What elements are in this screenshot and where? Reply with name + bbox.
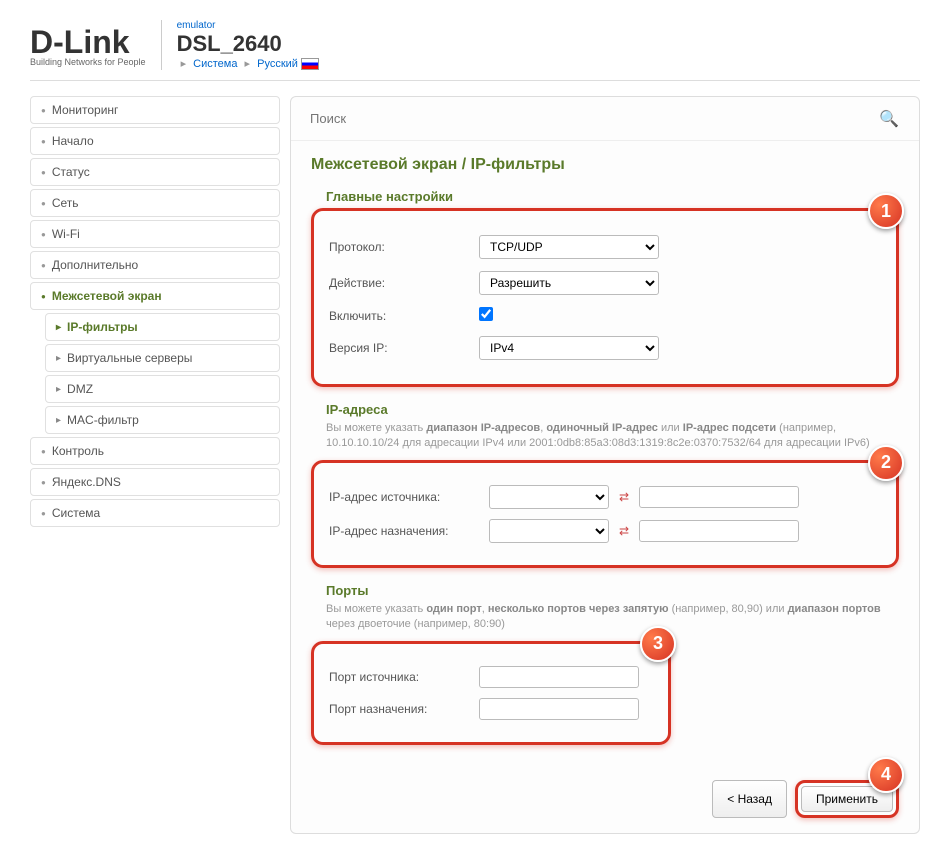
ipver-select[interactable]: IPv4 — [479, 336, 659, 360]
sidebar-item-label: Статус — [52, 165, 90, 179]
header-info: emulator DSL_2640 ▸ Система ▸ Русский — [177, 20, 319, 70]
callout-4: 4 — [868, 757, 904, 793]
ip-addresses-box: 2 IP-адрес источника: ⇄ IP-адрес назначе… — [311, 460, 899, 568]
chevron-right-icon: ▸ — [56, 322, 61, 333]
sidebar-item-monitoring[interactable]: ● Мониторинг — [30, 96, 280, 124]
bullet-icon: ● — [41, 509, 46, 518]
sidebar-item-advanced[interactable]: ● Дополнительно — [30, 251, 280, 279]
sidebar-item-wifi[interactable]: ● Wi-Fi — [30, 220, 280, 248]
bullet-icon: ● — [41, 478, 46, 487]
sidebar-item-dmz[interactable]: ▸ DMZ — [45, 375, 280, 403]
enable-label: Включить: — [329, 309, 479, 323]
sidebar-item-status[interactable]: ● Статус — [30, 158, 280, 186]
action-select[interactable]: Разрешить — [479, 271, 659, 295]
bullet-icon: ● — [41, 199, 46, 208]
sidebar-item-system[interactable]: ● Система — [30, 499, 280, 527]
sidebar-item-yandex-dns[interactable]: ● Яндекс.DNS — [30, 468, 280, 496]
sidebar-item-label: Система — [52, 506, 100, 520]
ipver-label: Версия IP: — [329, 341, 479, 355]
port-src-label: Порт источника: — [329, 670, 479, 684]
ip-src-select[interactable] — [489, 485, 609, 509]
range-icon: ⇄ — [619, 490, 629, 504]
breadcrumb: ▸ Система ▸ Русский — [177, 57, 319, 70]
port-dst-label: Порт назначения: — [329, 702, 479, 716]
section-main-title: Главные настройки — [326, 189, 899, 204]
chevron-right-icon: ▸ — [56, 384, 61, 395]
flag-ru-icon[interactable] — [301, 58, 319, 70]
breadcrumb-system[interactable]: Система — [193, 58, 237, 70]
sidebar-item-virtual-servers[interactable]: ▸ Виртуальные серверы — [45, 344, 280, 372]
sidebar-item-label: Межсетевой экран — [52, 289, 162, 303]
back-button[interactable]: < Назад — [712, 780, 787, 818]
callout-3: 3 — [640, 626, 676, 662]
bullet-icon: ● — [41, 106, 46, 115]
sidebar-item-label: Wi-Fi — [52, 227, 80, 241]
section-ports-title: Порты — [326, 583, 899, 598]
page-title: Межсетевой экран / IP-фильтры — [311, 156, 899, 174]
sidebar-item-label: IP-фильтры — [67, 320, 138, 334]
sidebar-item-mac-filter[interactable]: ▸ MAC-фильтр — [45, 406, 280, 434]
section-ip-title: IP-адреса — [326, 402, 899, 417]
port-dst-input[interactable] — [479, 698, 639, 720]
search-icon[interactable]: 🔍 — [879, 109, 899, 129]
ip-dst-label: IP-адрес назначения: — [329, 524, 479, 538]
main-settings-box: 1 Протокол: TCP/UDP Действие: Разрешить … — [311, 208, 899, 387]
model-name: DSL_2640 — [177, 31, 319, 57]
sidebar-item-label: Сеть — [52, 196, 79, 210]
bullet-icon: ● — [41, 137, 46, 146]
callout-2: 2 — [868, 445, 904, 481]
sidebar-item-label: Дополнительно — [52, 258, 138, 272]
ip-src-label: IP-адрес источника: — [329, 490, 479, 504]
ip-dst-input[interactable] — [639, 520, 799, 542]
sidebar-item-label: Начало — [52, 134, 94, 148]
sidebar-item-label: Мониторинг — [52, 103, 119, 117]
sidebar-item-ip-filters[interactable]: ▸ IP-фильтры — [45, 313, 280, 341]
bullet-icon: ● — [41, 447, 46, 456]
range-icon: ⇄ — [619, 524, 629, 538]
action-label: Действие: — [329, 276, 479, 290]
callout-1: 1 — [868, 193, 904, 229]
sidebar-item-label: Виртуальные серверы — [67, 351, 192, 365]
protocol-label: Протокол: — [329, 240, 479, 254]
chevron-right-icon: ▸ — [56, 415, 61, 426]
ip-src-input[interactable] — [639, 486, 799, 508]
sidebar-item-network[interactable]: ● Сеть — [30, 189, 280, 217]
bullet-icon: ● — [41, 230, 46, 239]
bullet-icon: ● — [41, 292, 46, 301]
breadcrumb-lang[interactable]: Русский — [257, 58, 298, 70]
protocol-select[interactable]: TCP/UDP — [479, 235, 659, 259]
chevron-right-icon: ▸ — [181, 58, 187, 70]
search-input[interactable] — [306, 107, 904, 130]
ip-dst-select[interactable] — [489, 519, 609, 543]
ports-box: 3 Порт источника: Порт назначения: — [311, 641, 671, 745]
enable-checkbox[interactable] — [479, 307, 493, 321]
header: D-Link Building Networks for People emul… — [30, 20, 920, 81]
logo: D-Link Building Networks for People — [30, 24, 146, 67]
chevron-right-icon: ▸ — [56, 353, 61, 364]
divider — [161, 20, 162, 70]
emulator-label: emulator — [177, 20, 319, 31]
section-ports-desc: Вы можете указать один порт, несколько п… — [326, 602, 884, 633]
brand: D-Link — [30, 24, 146, 61]
sidebar-item-label: MAC-фильтр — [67, 413, 139, 427]
sidebar-item-label: DMZ — [67, 382, 93, 396]
bullet-icon: ● — [41, 168, 46, 177]
sidebar-item-firewall[interactable]: ● Межсетевой экран — [30, 282, 280, 310]
search-bar: 🔍 — [291, 97, 919, 141]
sidebar-item-label: Контроль — [52, 444, 104, 458]
sidebar-item-label: Яндекс.DNS — [52, 475, 121, 489]
port-src-input[interactable] — [479, 666, 639, 688]
section-ip-desc: Вы можете указать диапазон IP-адресов, о… — [326, 421, 884, 452]
main-panel: 🔍 Межсетевой экран / IP-фильтры Главные … — [290, 96, 920, 834]
apply-button-highlight: 4 Применить — [795, 780, 899, 818]
chevron-right-icon: ▸ — [245, 58, 251, 70]
bullet-icon: ● — [41, 261, 46, 270]
sidebar: ● Мониторинг ● Начало ● Статус ● Сеть ● Wi-Fi… — [30, 96, 280, 834]
sidebar-item-start[interactable]: ● Начало — [30, 127, 280, 155]
sidebar-item-control[interactable]: ● Контроль — [30, 437, 280, 465]
